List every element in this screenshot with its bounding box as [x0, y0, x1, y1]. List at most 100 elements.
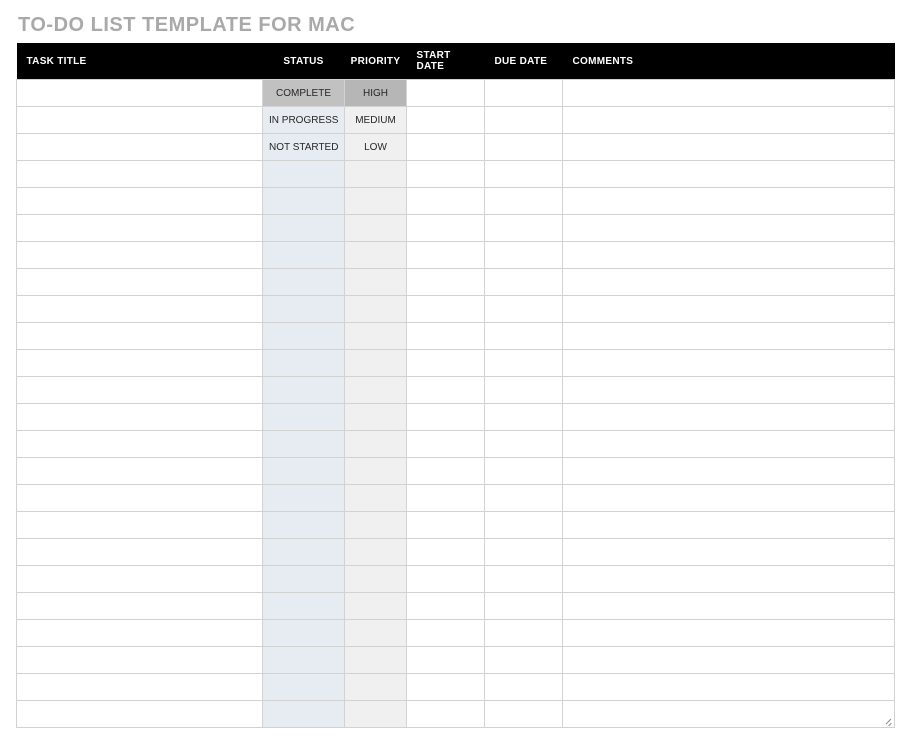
cell-task-title[interactable]	[17, 269, 263, 296]
cell-status[interactable]	[263, 674, 345, 701]
cell-start-date[interactable]	[407, 458, 485, 485]
cell-due-date[interactable]	[485, 674, 563, 701]
cell-status[interactable]	[263, 512, 345, 539]
cell-task-title[interactable]	[17, 512, 263, 539]
cell-due-date[interactable]	[485, 377, 563, 404]
cell-start-date[interactable]	[407, 242, 485, 269]
cell-start-date[interactable]	[407, 674, 485, 701]
cell-due-date[interactable]	[485, 431, 563, 458]
cell-comments[interactable]	[563, 296, 895, 323]
cell-due-date[interactable]	[485, 512, 563, 539]
cell-due-date[interactable]	[485, 80, 563, 107]
cell-due-date[interactable]	[485, 350, 563, 377]
cell-priority[interactable]	[345, 620, 407, 647]
cell-task-title[interactable]	[17, 458, 263, 485]
cell-comments[interactable]	[563, 674, 895, 701]
cell-comments[interactable]	[563, 701, 895, 728]
cell-status[interactable]	[263, 269, 345, 296]
cell-priority[interactable]	[345, 674, 407, 701]
cell-status[interactable]	[263, 647, 345, 674]
cell-task-title[interactable]	[17, 647, 263, 674]
cell-comments[interactable]	[563, 539, 895, 566]
cell-task-title[interactable]	[17, 620, 263, 647]
cell-status[interactable]	[263, 593, 345, 620]
cell-task-title[interactable]	[17, 107, 263, 134]
cell-task-title[interactable]	[17, 134, 263, 161]
cell-status[interactable]	[263, 377, 345, 404]
cell-status[interactable]: NOT STARTED	[263, 134, 345, 161]
cell-task-title[interactable]	[17, 539, 263, 566]
cell-priority[interactable]	[345, 242, 407, 269]
cell-task-title[interactable]	[17, 215, 263, 242]
cell-priority[interactable]	[345, 566, 407, 593]
cell-comments[interactable]	[563, 566, 895, 593]
cell-priority[interactable]	[345, 485, 407, 512]
cell-status[interactable]	[263, 242, 345, 269]
cell-status[interactable]	[263, 215, 345, 242]
cell-task-title[interactable]	[17, 404, 263, 431]
cell-status[interactable]	[263, 431, 345, 458]
cell-comments[interactable]	[563, 242, 895, 269]
cell-due-date[interactable]	[485, 161, 563, 188]
cell-status[interactable]	[263, 701, 345, 728]
cell-start-date[interactable]	[407, 512, 485, 539]
cell-start-date[interactable]	[407, 134, 485, 161]
cell-start-date[interactable]	[407, 350, 485, 377]
cell-priority[interactable]	[345, 539, 407, 566]
cell-start-date[interactable]	[407, 188, 485, 215]
cell-comments[interactable]	[563, 161, 895, 188]
cell-due-date[interactable]	[485, 323, 563, 350]
cell-due-date[interactable]	[485, 620, 563, 647]
cell-start-date[interactable]	[407, 377, 485, 404]
cell-priority[interactable]	[345, 647, 407, 674]
cell-priority[interactable]	[345, 377, 407, 404]
cell-priority[interactable]	[345, 512, 407, 539]
cell-comments[interactable]	[563, 593, 895, 620]
cell-status[interactable]	[263, 458, 345, 485]
cell-task-title[interactable]	[17, 188, 263, 215]
cell-status[interactable]	[263, 161, 345, 188]
cell-task-title[interactable]	[17, 323, 263, 350]
cell-status[interactable]	[263, 539, 345, 566]
cell-due-date[interactable]	[485, 404, 563, 431]
cell-priority[interactable]	[345, 593, 407, 620]
cell-start-date[interactable]	[407, 647, 485, 674]
cell-task-title[interactable]	[17, 242, 263, 269]
cell-start-date[interactable]	[407, 620, 485, 647]
cell-status[interactable]	[263, 620, 345, 647]
cell-comments[interactable]	[563, 512, 895, 539]
cell-priority[interactable]	[345, 404, 407, 431]
cell-comments[interactable]	[563, 485, 895, 512]
cell-start-date[interactable]	[407, 215, 485, 242]
cell-due-date[interactable]	[485, 701, 563, 728]
cell-task-title[interactable]	[17, 431, 263, 458]
cell-status[interactable]	[263, 323, 345, 350]
cell-comments[interactable]	[563, 404, 895, 431]
cell-status[interactable]	[263, 350, 345, 377]
cell-task-title[interactable]	[17, 485, 263, 512]
cell-comments[interactable]	[563, 107, 895, 134]
cell-due-date[interactable]	[485, 458, 563, 485]
cell-status[interactable]: COMPLETE	[263, 80, 345, 107]
cell-status[interactable]	[263, 296, 345, 323]
cell-comments[interactable]	[563, 620, 895, 647]
cell-priority[interactable]	[345, 323, 407, 350]
cell-priority[interactable]	[345, 431, 407, 458]
cell-task-title[interactable]	[17, 674, 263, 701]
cell-due-date[interactable]	[485, 269, 563, 296]
cell-start-date[interactable]	[407, 80, 485, 107]
cell-comments[interactable]	[563, 458, 895, 485]
cell-start-date[interactable]	[407, 404, 485, 431]
cell-priority[interactable]: HIGH	[345, 80, 407, 107]
cell-comments[interactable]	[563, 350, 895, 377]
cell-due-date[interactable]	[485, 593, 563, 620]
cell-start-date[interactable]	[407, 566, 485, 593]
cell-due-date[interactable]	[485, 215, 563, 242]
cell-status[interactable]	[263, 404, 345, 431]
cell-comments[interactable]	[563, 215, 895, 242]
cell-comments[interactable]	[563, 431, 895, 458]
cell-start-date[interactable]	[407, 485, 485, 512]
cell-comments[interactable]	[563, 269, 895, 296]
cell-comments[interactable]	[563, 134, 895, 161]
cell-comments[interactable]	[563, 647, 895, 674]
